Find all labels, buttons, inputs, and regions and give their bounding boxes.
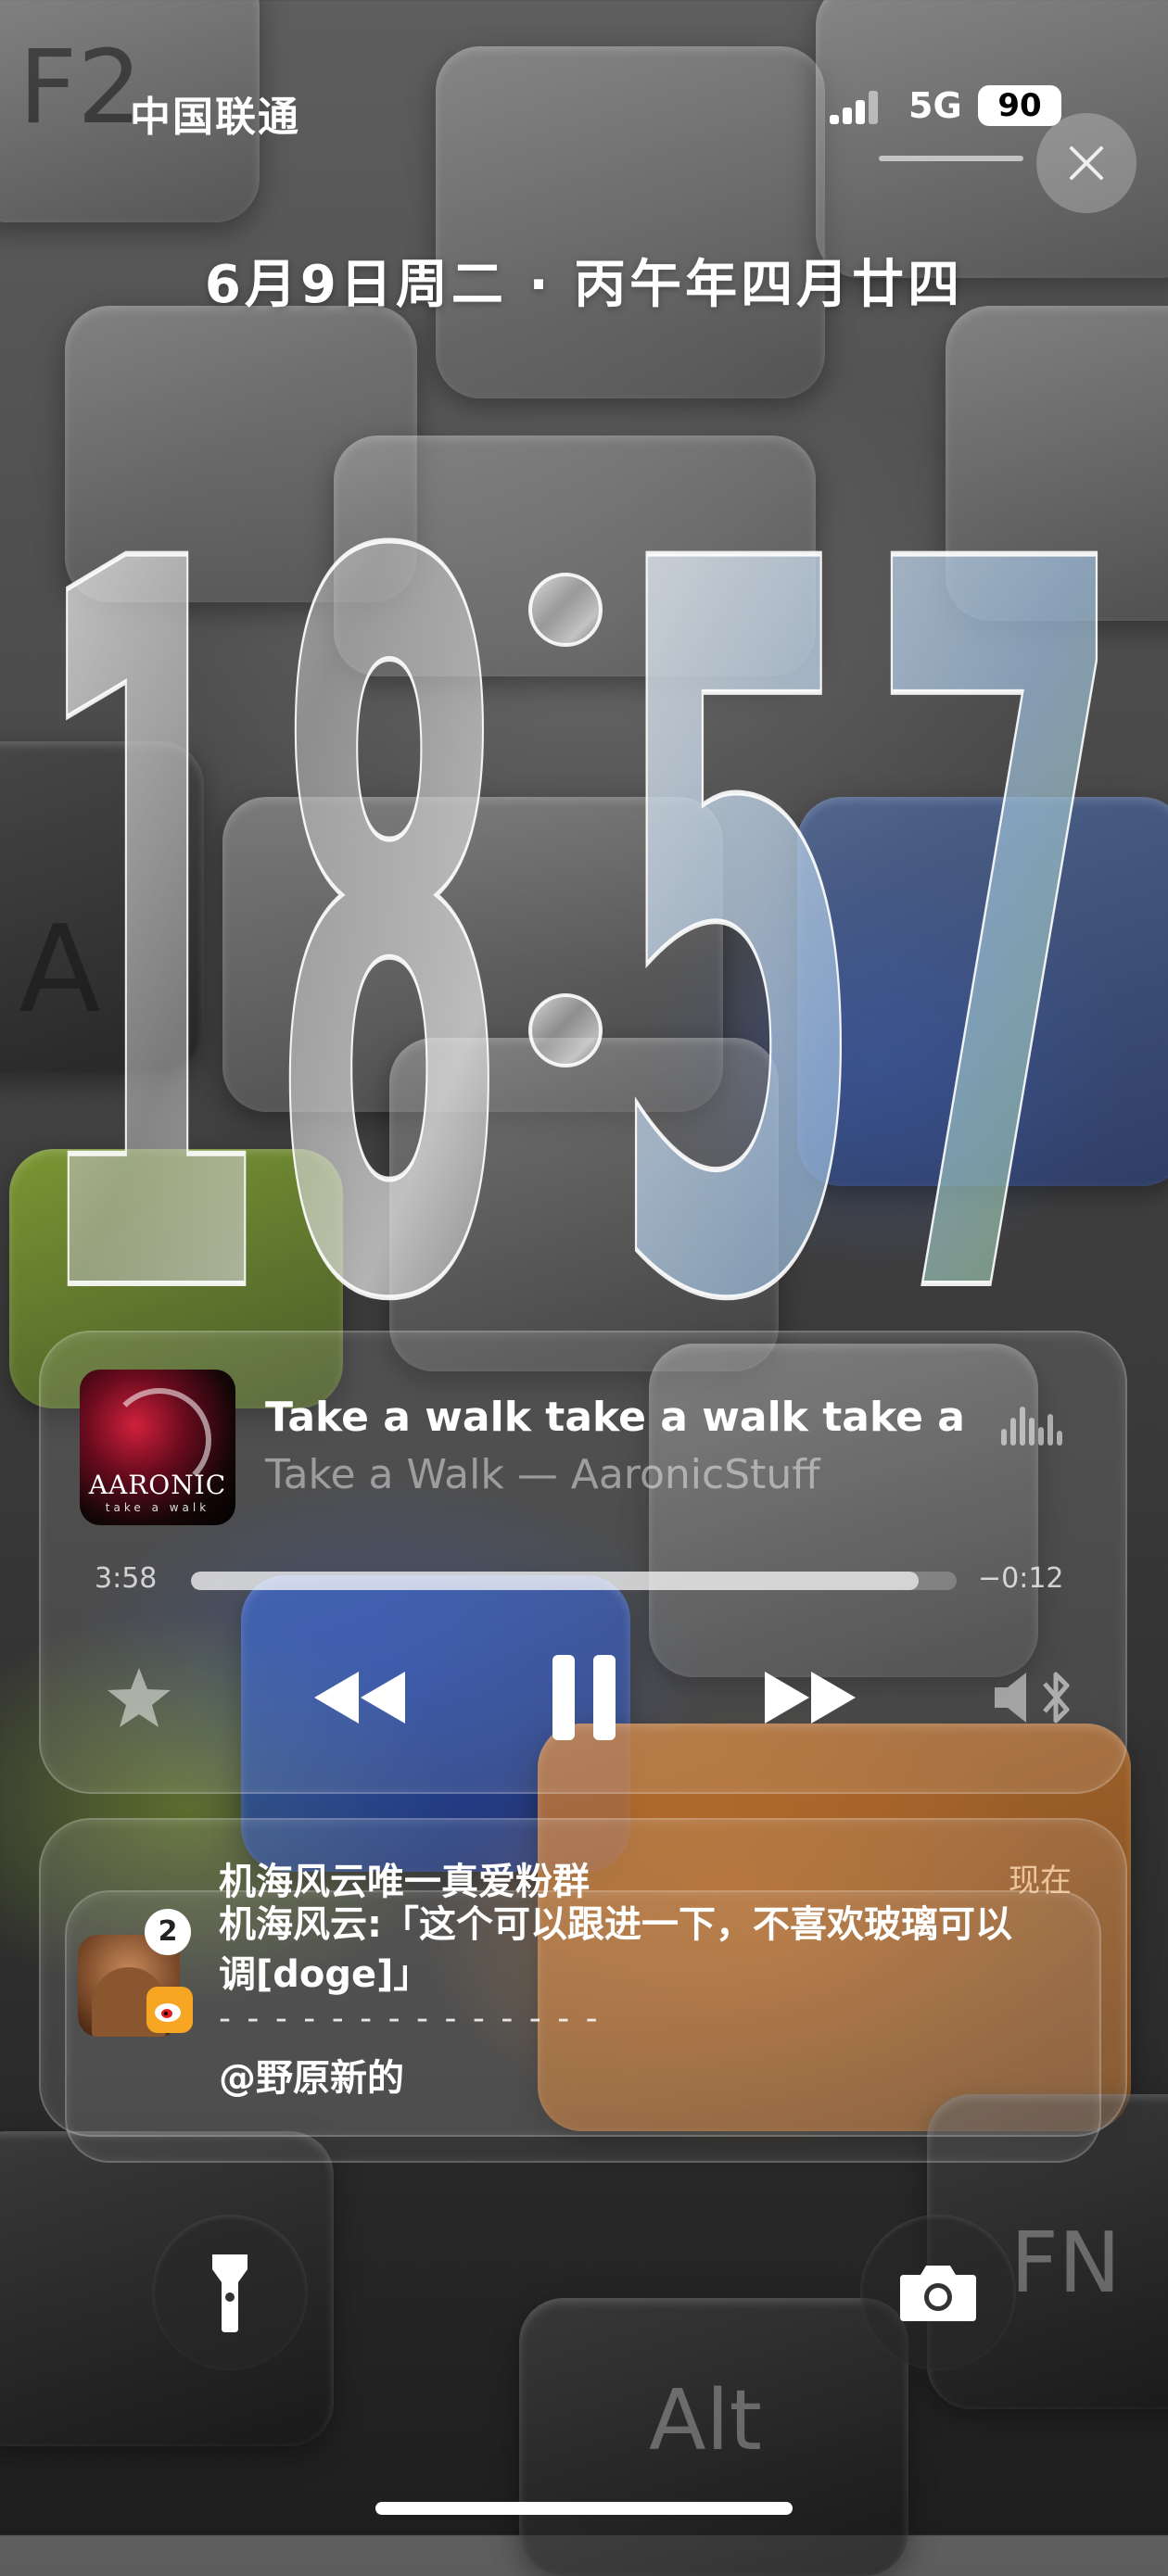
pause-button[interactable] [536, 1649, 632, 1746]
message-count-badge: 2 [145, 1909, 191, 1955]
speaker-bluetooth-icon [995, 1672, 1070, 1724]
audio-output-button[interactable] [983, 1661, 1085, 1735]
audio-waveform-icon [1001, 1399, 1066, 1455]
notification-divider: - - - - - - - - - - - - - - [219, 2000, 601, 2038]
wallpaper-key-label: Alt [649, 2372, 762, 2469]
song-artist: Take a Walk — AaronicStuff [265, 1451, 820, 1498]
camera-icon [900, 2266, 976, 2321]
clock-hours: 18 [28, 355, 510, 1325]
flashlight-icon [212, 2254, 248, 2332]
close-button[interactable] [1036, 113, 1136, 213]
rewind-button[interactable] [302, 1661, 417, 1735]
elapsed-time: 3:58 [95, 1562, 158, 1595]
wallpaper-key-label: FN [1010, 2215, 1122, 2312]
close-icon [1070, 146, 1103, 180]
flashlight-button[interactable] [152, 2215, 308, 2370]
carrier-name: 中国联通 [130, 94, 300, 141]
rewind-icon [314, 1672, 405, 1724]
album-art-subtext: take a walk [105, 1501, 210, 1514]
battery-level: 90 [978, 85, 1061, 126]
notification-body: 机海风云:「这个可以跟进一下，不喜欢玻璃可以调[doge]」 [219, 1903, 1012, 1996]
notification-time: 现在 [1009, 1863, 1072, 1900]
network-type: 5G [908, 85, 962, 126]
playback-progress [191, 1572, 919, 1590]
remaining-time: −0:12 [978, 1562, 1064, 1595]
notification-mention: @野原新的 [219, 2057, 404, 2100]
fast-forward-icon [765, 1672, 856, 1724]
weibo-icon [146, 1987, 193, 2033]
pause-icon [552, 1655, 616, 1740]
favorite-button[interactable] [93, 1661, 185, 1735]
album-art-text: AARONIC [88, 1470, 227, 1500]
star-icon [108, 1668, 171, 1727]
fast-forward-button[interactable] [753, 1661, 868, 1735]
notification-title: 机海风云唯一真爱粉群 [219, 1861, 590, 1903]
wallpaper-key-label: F2 [19, 28, 143, 146]
lock-clock: 18 57 [25, 352, 1129, 1325]
playback-scrubber[interactable] [191, 1572, 957, 1590]
home-indicator[interactable] [375, 2502, 793, 2515]
clock-minutes: 57 [607, 355, 1126, 1325]
camera-button[interactable] [860, 2215, 1016, 2370]
song-title: Take a walk take a walk take a walk [265, 1394, 979, 1441]
signal-strength-icon [830, 89, 889, 124]
sheet-grabber [879, 156, 1023, 161]
album-art[interactable]: AARONIC take a walk [80, 1370, 235, 1525]
